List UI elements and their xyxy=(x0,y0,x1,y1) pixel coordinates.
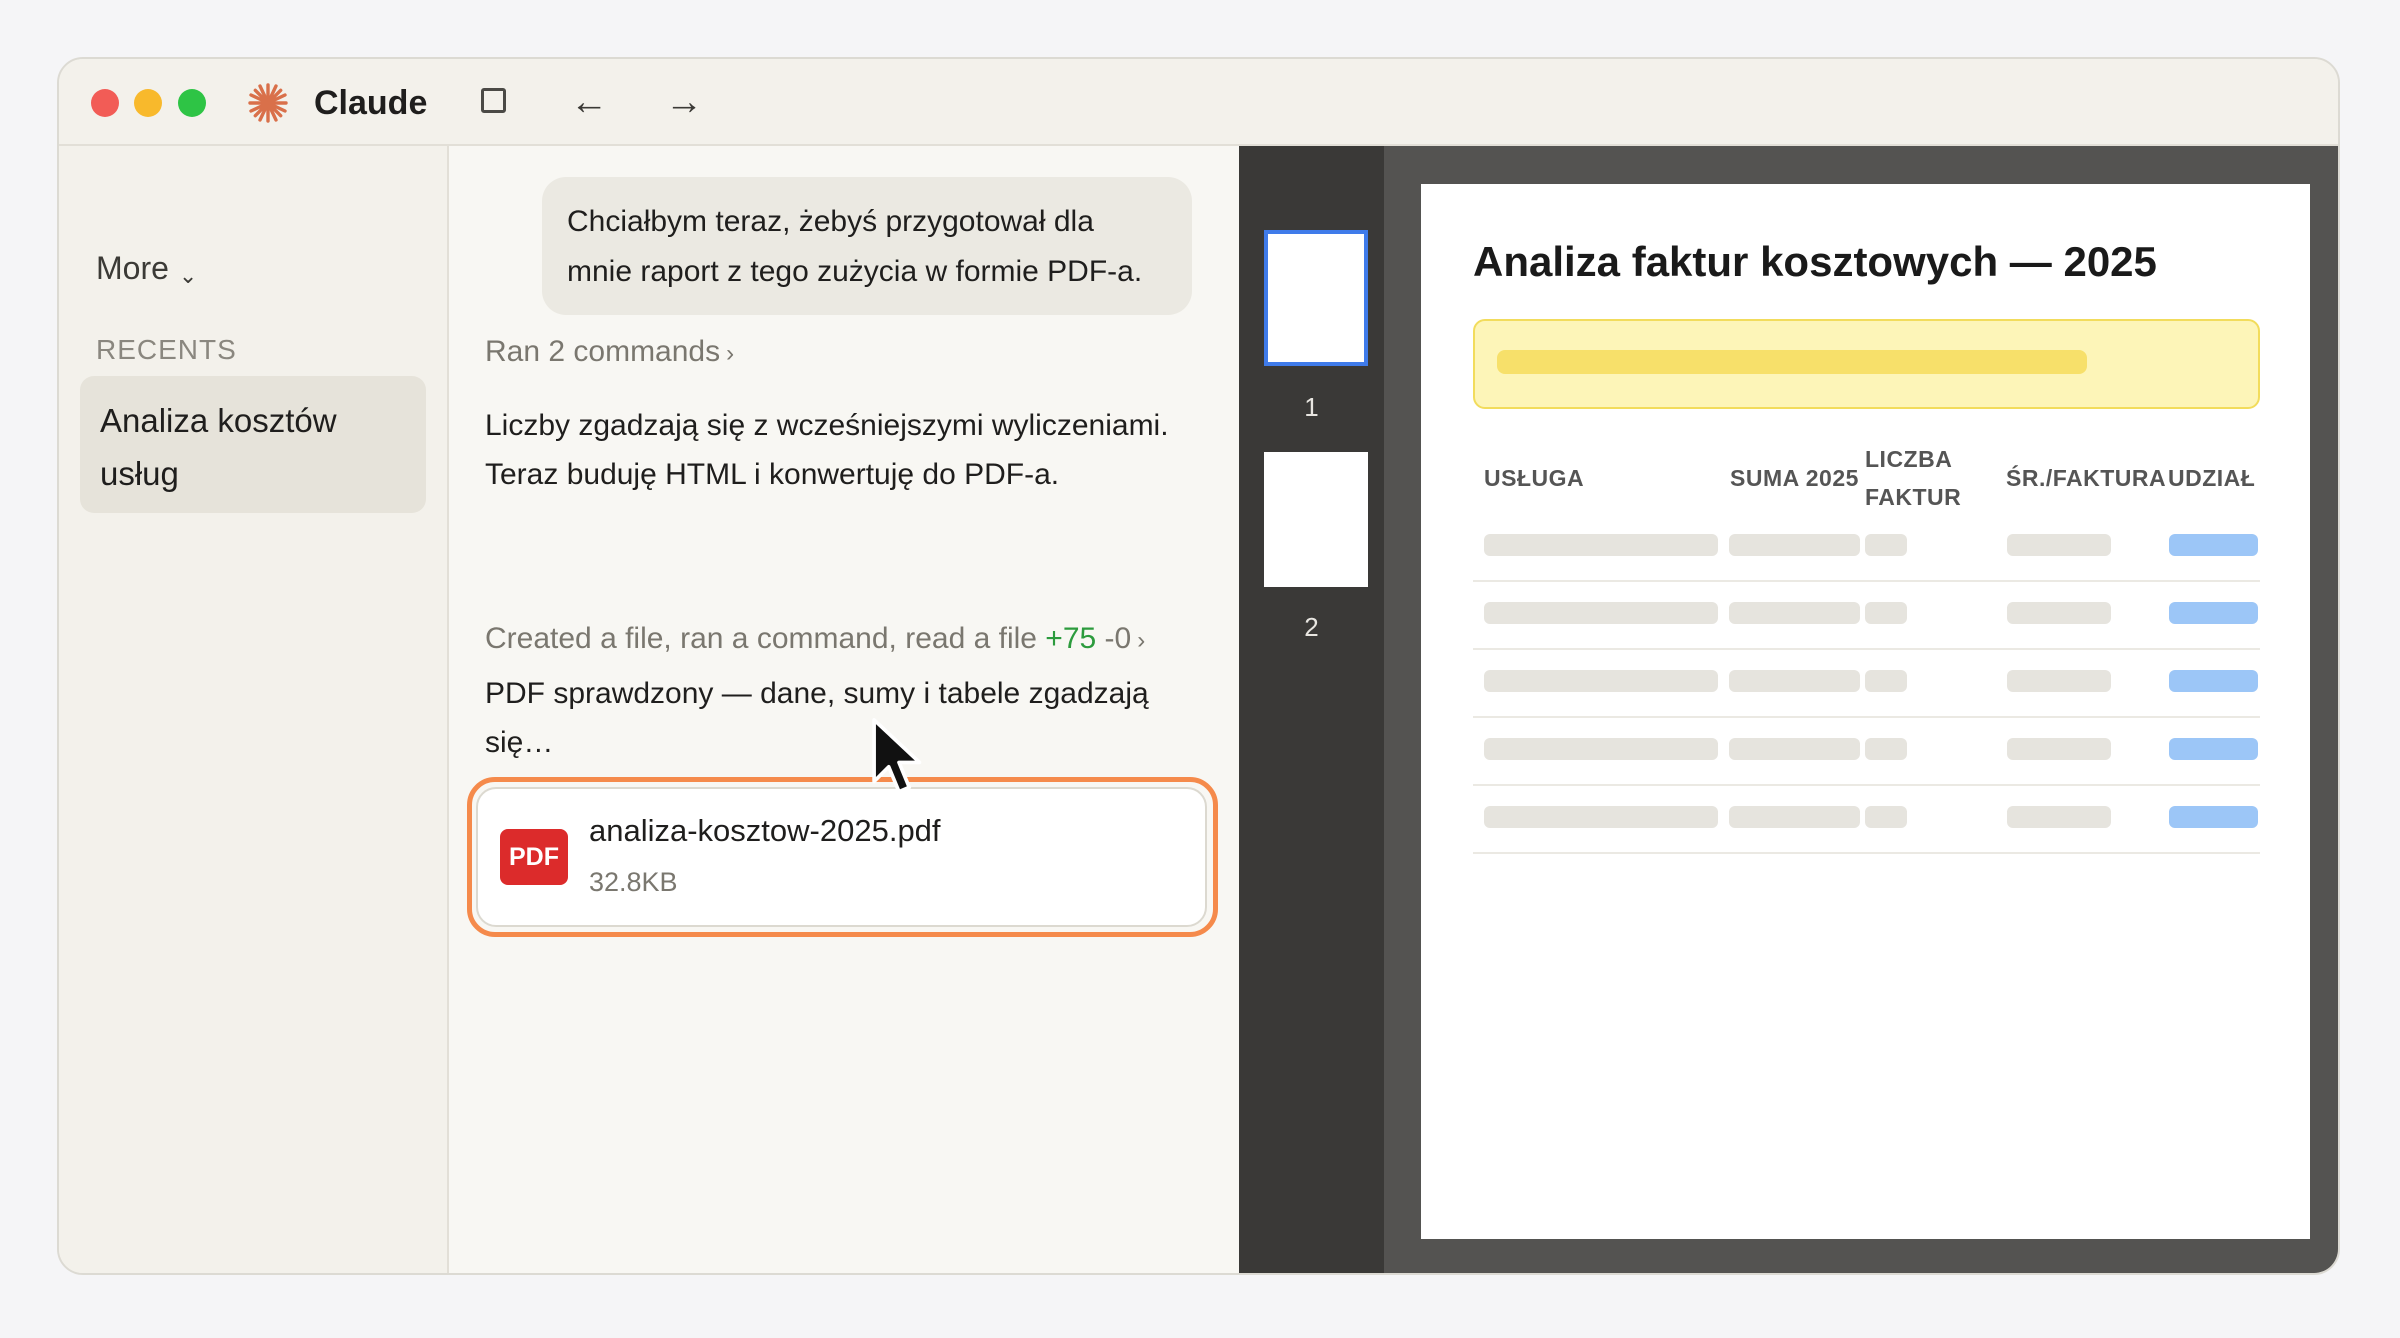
table-row xyxy=(1473,784,2260,854)
chevron-right-icon: › xyxy=(1137,627,1146,654)
share-bar xyxy=(2169,602,2258,624)
user-message-line2: mnie raport z tego zużycia w formie PDF-… xyxy=(567,255,1143,288)
share-bar xyxy=(2169,534,2258,556)
sidebar-toggle-icon xyxy=(481,88,506,113)
placeholder-bar xyxy=(1865,534,1907,556)
page-thumbnail-1[interactable] xyxy=(1264,230,1368,366)
placeholder-bar xyxy=(1484,670,1718,692)
summary-highlight-box xyxy=(1473,319,2260,409)
sidebar-toggle-button[interactable] xyxy=(471,79,517,125)
assistant-message: Liczby zgadzają się z wcześniejszymi wyl… xyxy=(485,401,1205,499)
pdf-page: Analiza faktur kosztowych — 2025 USŁUGA … xyxy=(1421,184,2310,1239)
page-number-label: 1 xyxy=(1304,392,1319,422)
minimize-window-button[interactable] xyxy=(134,89,162,117)
column-header-usluga: USŁUGA xyxy=(1484,465,1585,491)
placeholder-bar xyxy=(2007,738,2111,760)
pdf-file-icon: PDF xyxy=(500,829,568,885)
lines-added-count: +75 xyxy=(1045,622,1097,655)
recent-item-label-line1: Analiza kosztów xyxy=(100,402,337,439)
app-title: Claude xyxy=(314,84,428,122)
chat-panel: Chciałbym teraz, żebyś przygotował dla m… xyxy=(449,146,1239,1273)
column-header-udzial: UDZIAŁ xyxy=(2168,465,2256,491)
placeholder-bar xyxy=(1729,738,1860,760)
activity-label: Created a file, ran a command, read a fi… xyxy=(485,622,1037,655)
chevron-down-icon: ⌄ xyxy=(178,263,198,288)
lines-removed-count: -0 xyxy=(1104,622,1132,655)
table-row xyxy=(1473,580,2260,650)
placeholder-bar xyxy=(2007,602,2111,624)
placeholder-bar xyxy=(1865,738,1907,760)
placeholder-bar xyxy=(1865,670,1907,692)
placeholder-bar xyxy=(1729,806,1860,828)
more-label: More xyxy=(96,250,169,286)
placeholder-bar xyxy=(1729,670,1860,692)
file-name: analiza-kosztow-2025.pdf xyxy=(589,813,941,848)
document-title: Analiza faktur kosztowych — 2025 xyxy=(1473,238,2157,285)
forward-arrow-icon[interactable]: → xyxy=(654,79,714,125)
assistant-message-line1: PDF sprawdzony — dane, sumy i tabele zga… xyxy=(485,677,1149,710)
claude-logo-icon xyxy=(248,83,288,123)
back-arrow-icon[interactable]: ← xyxy=(559,79,619,125)
chevron-right-icon: › xyxy=(726,340,735,367)
sidebar-item-recent-chat[interactable]: Analiza kosztów usług xyxy=(80,376,426,513)
title-bar: Claude ← → xyxy=(59,59,2338,146)
user-message: Chciałbym teraz, żebyś przygotował dla m… xyxy=(542,177,1192,315)
sidebar: More ⌄ RECENTS Analiza kosztów usług xyxy=(59,146,449,1273)
assistant-message: PDF sprawdzony — dane, sumy i tabele zga… xyxy=(485,669,1205,767)
placeholder-bar xyxy=(1865,806,1907,828)
placeholder-bar xyxy=(1484,738,1718,760)
placeholder-bar xyxy=(2007,806,2111,828)
user-message-line1: Chciałbym teraz, żebyś przygotował dla xyxy=(567,205,1094,238)
assistant-message-line2: Teraz buduję HTML i konwertuję do PDF-a. xyxy=(485,458,1060,491)
maximize-window-button[interactable] xyxy=(178,89,206,117)
assistant-message-line2: się… xyxy=(485,726,554,759)
close-window-button[interactable] xyxy=(91,89,119,117)
share-bar xyxy=(2169,670,2258,692)
file-actions-toggle[interactable]: Created a file, ran a command, read a fi… xyxy=(485,619,1145,661)
page-thumbnail-2[interactable] xyxy=(1264,452,1368,587)
file-size: 32.8KB xyxy=(589,867,678,897)
column-header-liczba-faktur: LICZBA FAKTUR xyxy=(1865,440,1961,516)
placeholder-bar xyxy=(1497,350,2087,374)
table-row xyxy=(1473,512,2260,582)
pdf-viewer[interactable]: Analiza faktur kosztowych — 2025 USŁUGA … xyxy=(1384,146,2338,1273)
page-number-label: 2 xyxy=(1304,612,1319,642)
placeholder-bar xyxy=(2007,670,2111,692)
column-header-liczba-line1: LICZBA xyxy=(1865,446,1953,472)
recents-heading: RECENTS xyxy=(96,334,237,365)
app-window: Claude ← → More ⌄ RECENTS Analiza kosztów… xyxy=(57,57,2340,1275)
page-thumbnails: 1 2 xyxy=(1239,146,1384,1273)
placeholder-bar xyxy=(1484,602,1718,624)
column-header-sr-faktura: ŚR./FAKTURA xyxy=(2006,465,2167,491)
placeholder-bar xyxy=(1484,806,1718,828)
more-menu-button[interactable]: More ⌄ xyxy=(96,250,198,288)
column-header-suma: SUMA 2025 xyxy=(1730,465,1859,491)
placeholder-bar xyxy=(1484,534,1718,556)
recent-item-label-line2: usług xyxy=(100,455,179,492)
share-bar xyxy=(2169,806,2258,828)
placeholder-bar xyxy=(1729,602,1860,624)
table-row xyxy=(1473,716,2260,786)
placeholder-bar xyxy=(1729,534,1860,556)
column-header-liczba-line2: FAKTUR xyxy=(1865,484,1962,510)
ran-commands-toggle[interactable]: Ran 2 commands › xyxy=(485,332,734,374)
share-bar xyxy=(2169,738,2258,760)
assistant-message-line1: Liczby zgadzają się z wcześniejszymi wyl… xyxy=(485,409,1169,442)
pdf-file-attachment[interactable]: PDF analiza-kosztow-2025.pdf 32.8KB xyxy=(476,787,1207,927)
table-row xyxy=(1473,648,2260,718)
placeholder-bar xyxy=(2007,534,2111,556)
placeholder-bar xyxy=(1865,602,1907,624)
activity-label: Ran 2 commands xyxy=(485,335,721,368)
